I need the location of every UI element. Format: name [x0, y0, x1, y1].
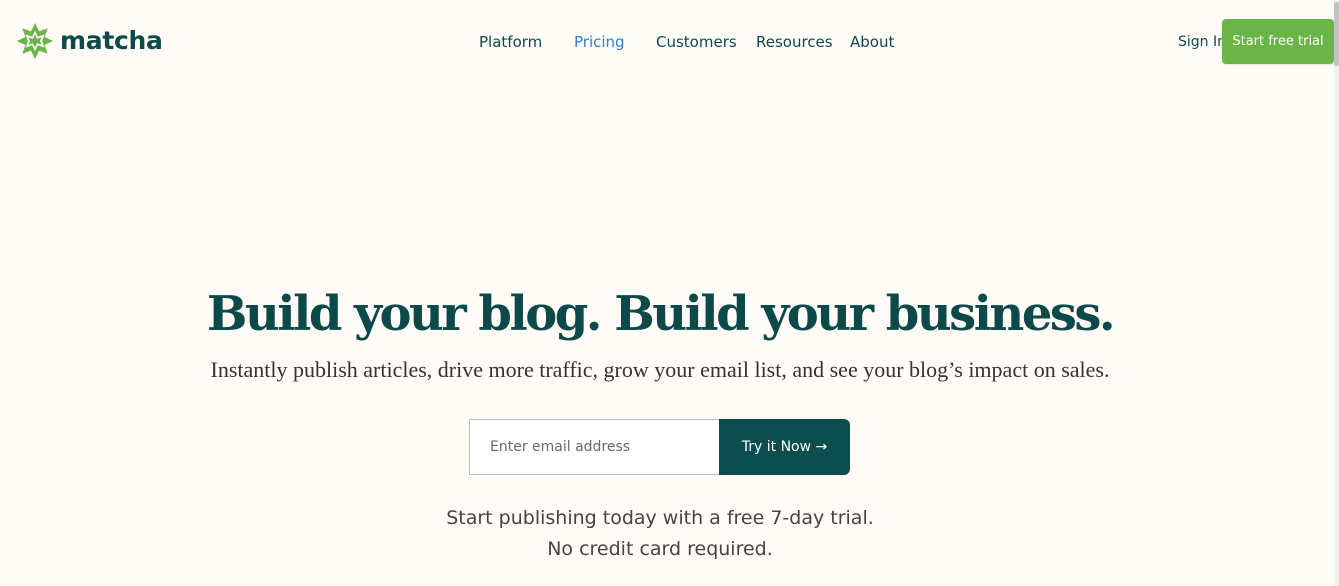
trial-note-line-2: No credit card required.	[547, 538, 773, 560]
email-input[interactable]	[469, 419, 719, 475]
hero-subtitle: Instantly publish articles, drive more t…	[210, 357, 1110, 382]
try-it-now-button[interactable]: Try it Now →	[719, 419, 850, 475]
scrollbar-thumb[interactable]	[1334, 2, 1339, 66]
nav-platform[interactable]: Platform	[479, 32, 542, 52]
nav-resources[interactable]: Resources	[756, 32, 833, 52]
start-free-trial-button[interactable]: Start free trial	[1222, 19, 1334, 64]
trial-note-line-1: Start publishing today with a free 7-day…	[446, 507, 874, 529]
brand-name: matcha	[60, 25, 163, 55]
nav-about[interactable]: About	[850, 32, 894, 52]
nav-customers[interactable]: Customers	[656, 32, 737, 52]
matcha-star-logo-icon	[16, 22, 54, 60]
page-scrollbar[interactable]	[1334, 0, 1339, 586]
sign-in-link[interactable]: Sign In	[1178, 33, 1222, 51]
hero-title: Build your blog. Build your business.	[206, 286, 1116, 342]
brand-logo[interactable]: matcha	[16, 22, 163, 60]
nav-pricing[interactable]: Pricing	[574, 32, 625, 52]
